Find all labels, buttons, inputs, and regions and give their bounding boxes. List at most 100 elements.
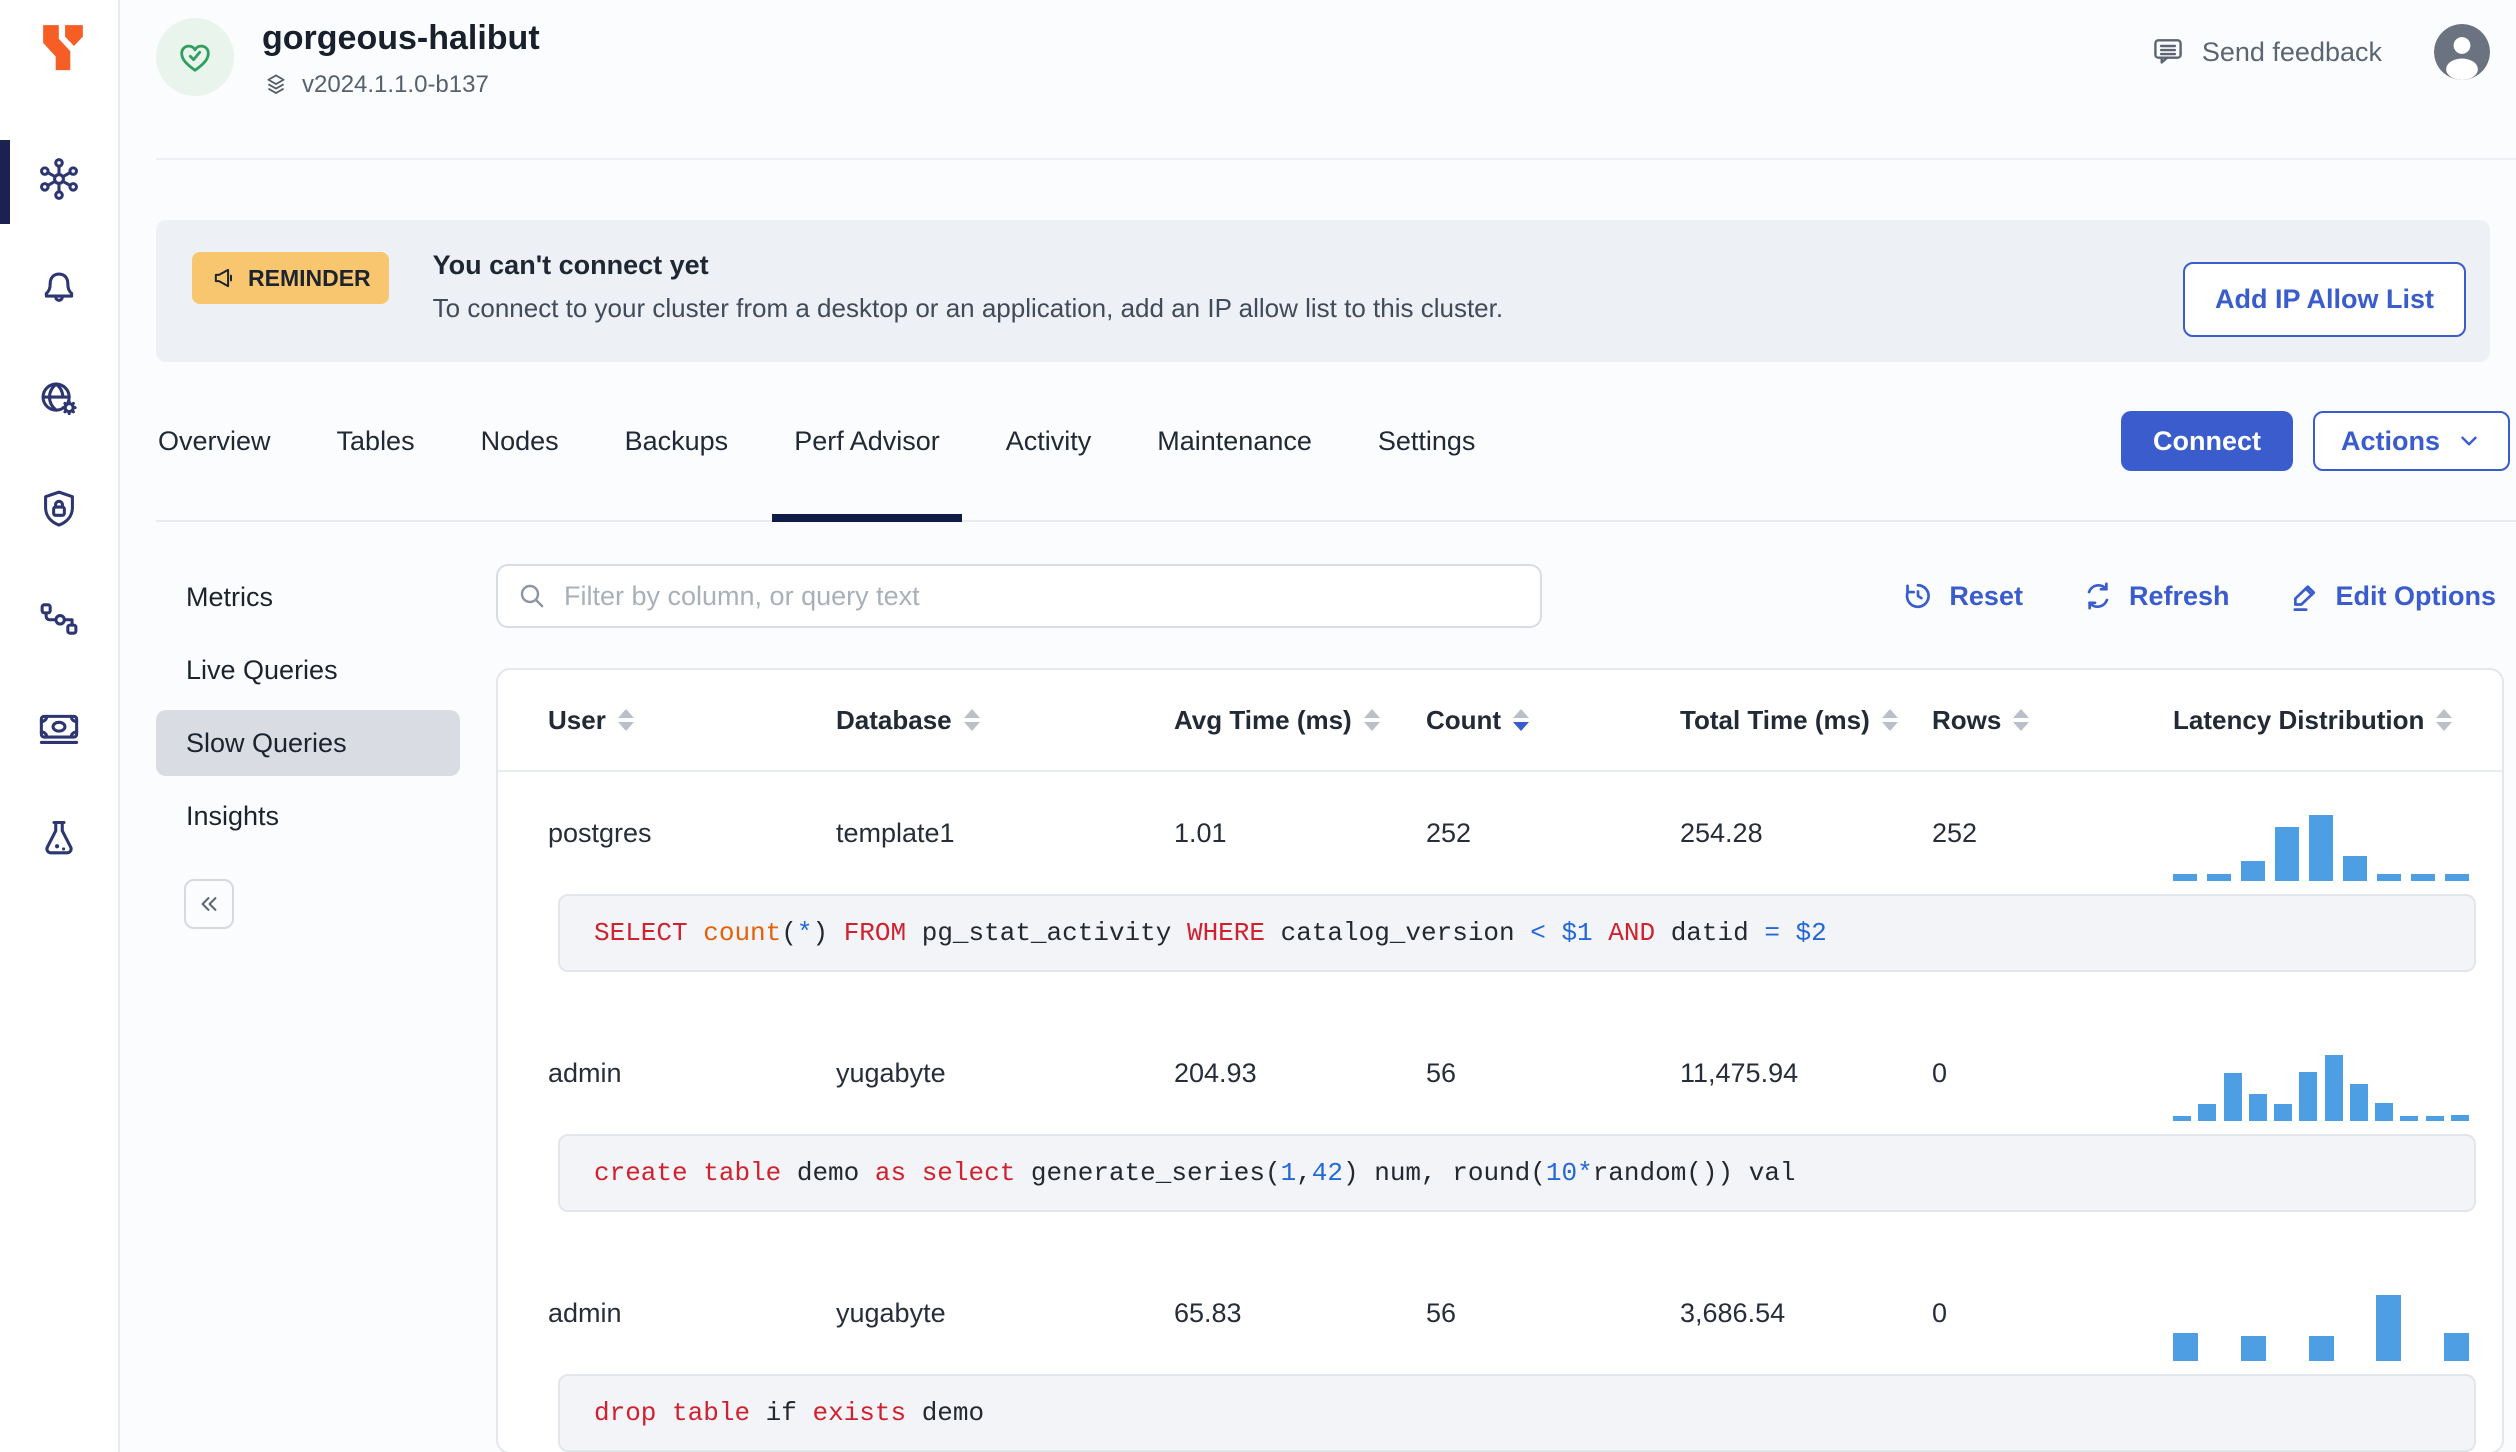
chevron-double-left-icon (201, 897, 217, 911)
histogram-bar (2173, 1116, 2191, 1121)
perf-advisor-subnav: Metrics Live Queries Slow Queries Insights (122, 564, 496, 1452)
edit-options-button[interactable]: Edit Options (2288, 579, 2496, 613)
cell-user: postgres (548, 817, 652, 848)
integrations-flow-icon (40, 603, 78, 635)
subnav-item-slow-queries[interactable]: Slow Queries (156, 710, 460, 776)
refresh-button[interactable]: Refresh (2081, 579, 2230, 613)
refresh-icon (2087, 582, 2109, 610)
query-text: SELECT count(*) FROM pg_stat_activity WH… (558, 894, 2476, 972)
query-text: create table demo as select generate_ser… (558, 1134, 2476, 1212)
table-row[interactable]: postgres template1 1.01 252 254.28 252 (498, 772, 2502, 894)
send-feedback-button[interactable]: Send feedback (2150, 34, 2382, 70)
cell-count: 56 (1426, 1057, 1457, 1088)
cell-rows: 252 (1932, 817, 1978, 848)
actions-button[interactable]: Actions (2312, 411, 2510, 471)
sidebar-item-alerts[interactable] (36, 266, 82, 312)
column-header-label: Rows (1932, 704, 2002, 735)
histogram-bar (2173, 1333, 2198, 1361)
subnav-item-live-queries[interactable]: Live Queries (156, 637, 460, 703)
user-avatar[interactable] (2434, 24, 2490, 80)
table-row[interactable]: admin yugabyte 65.83 56 3,686.54 0 (498, 1252, 2502, 1374)
query-text: drop table if exists demo (558, 1374, 2476, 1452)
tab-perf-advisor[interactable]: Perf Advisor (772, 362, 962, 522)
column-header-count[interactable]: Count (1426, 705, 1680, 736)
sidebar-item-integrations[interactable] (36, 596, 82, 642)
column-header-rows[interactable]: Rows (1932, 705, 2173, 736)
histogram-bar (2241, 861, 2265, 881)
reset-button[interactable]: Reset (1901, 579, 2023, 613)
refresh-label: Refresh (2128, 580, 2230, 611)
sort-up-icon (1881, 709, 1898, 718)
subnav-item-insights[interactable]: Insights (156, 783, 460, 849)
column-header-latency-distribution[interactable]: Latency Distribution (2173, 705, 2482, 736)
histogram-bar (2324, 1055, 2343, 1121)
tab-settings[interactable]: Settings (1376, 362, 1478, 520)
sidebar-item-network[interactable] (36, 376, 82, 422)
megaphone-icon (214, 268, 232, 288)
page-title: gorgeous-halibut (262, 19, 540, 57)
reminder-badge-label: REMINDER (248, 264, 371, 291)
sort-icons (1881, 709, 1898, 731)
sql-token: datid (1655, 918, 1765, 948)
cell-total-time: 254.28 (1680, 817, 1763, 848)
sql-token: table (703, 1158, 782, 1188)
column-header-database[interactable]: Database (836, 705, 1174, 736)
cell-avg-time: 1.01 (1174, 817, 1227, 848)
latency-histogram (2173, 1275, 2469, 1361)
column-header-user[interactable]: User (548, 705, 836, 736)
histogram-bar (2377, 874, 2401, 881)
network-globe-gear-icon (41, 382, 77, 416)
sidebar-item-security[interactable] (36, 486, 82, 532)
histogram-bar (2343, 856, 2367, 881)
sort-up-icon (617, 709, 634, 718)
chevron-down-icon (2461, 436, 2477, 446)
sidebar-item-labs[interactable] (36, 816, 82, 862)
column-header-label: Database (836, 704, 952, 735)
subnav-item-metrics[interactable]: Metrics (156, 564, 460, 630)
sort-icons (1363, 709, 1380, 731)
sort-up-icon (1363, 709, 1380, 718)
histogram-bar (2309, 815, 2333, 881)
sidebar-item-billing[interactable] (36, 706, 82, 752)
notifications-bell-icon (44, 272, 74, 302)
tab-maintenance[interactable]: Maintenance (1155, 362, 1314, 520)
histogram-bar (2308, 1336, 2334, 1361)
tab-tables[interactable]: Tables (335, 362, 417, 520)
filter-input[interactable] (562, 579, 1522, 613)
tab-backups[interactable]: Backups (623, 362, 731, 520)
avatar-person-icon (2434, 24, 2490, 80)
reset-history-icon (1906, 583, 1931, 609)
cell-database: yugabyte (836, 1057, 946, 1088)
cluster-tabs: Overview Tables Nodes Backups Perf Advisor Ac… (156, 362, 1539, 522)
sql-token: as (874, 1158, 907, 1188)
column-header-total-time-ms[interactable]: Total Time (ms) (1680, 705, 1932, 736)
tab-nodes[interactable]: Nodes (479, 362, 561, 520)
app-sidebar (0, 0, 120, 1452)
histogram-bar (2376, 1295, 2402, 1361)
table-row[interactable]: admin yugabyte 204.93 56 11,475.94 0 (498, 1012, 2502, 1134)
column-header-label: Total Time (ms) (1680, 704, 1870, 735)
sql-token: demo (906, 1398, 985, 1428)
histogram-bar (2173, 874, 2197, 881)
sort-up-icon (2436, 709, 2453, 718)
table-header: User Database Avg Time (ms) Count Total Time… (498, 670, 2502, 772)
slow-queries-table: User Database Avg Time (ms) Count Total Time… (496, 668, 2504, 1452)
add-ip-allow-list-button[interactable]: Add IP Allow List (2182, 261, 2466, 337)
column-header-avg-time-ms[interactable]: Avg Time (ms) (1174, 705, 1426, 736)
histogram-bar (2445, 874, 2469, 881)
layers-icon (267, 74, 285, 95)
sql-token: drop (594, 1398, 657, 1428)
tab-overview[interactable]: Overview (156, 362, 273, 520)
tab-activity[interactable]: Activity (1004, 362, 1094, 520)
connect-button[interactable]: Connect (2120, 411, 2293, 471)
sort-up-icon (2013, 709, 2030, 718)
sidebar-item-clusters[interactable] (36, 156, 82, 202)
collapse-sidebar-button[interactable] (184, 879, 234, 929)
sql-token: ) num, round( (1343, 1158, 1546, 1188)
sql-token: table (672, 1398, 751, 1428)
cluster-hub-icon (40, 158, 78, 200)
cell-latency-distribution (2173, 785, 2482, 881)
histogram-bar (2274, 1104, 2293, 1121)
